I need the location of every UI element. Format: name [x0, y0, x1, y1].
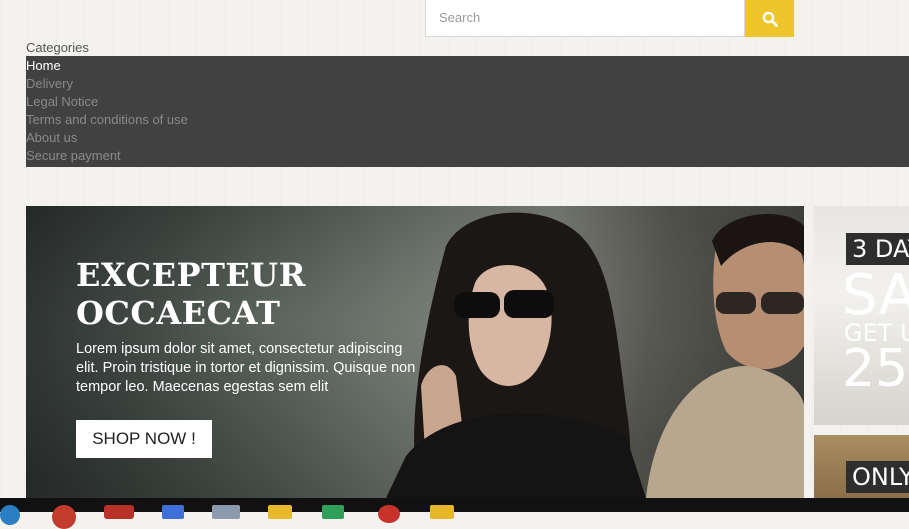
- menu-item-delivery[interactable]: Delivery: [26, 75, 909, 93]
- promo-badge-3day: 3 DAY: [846, 233, 909, 265]
- search-button[interactable]: [745, 0, 794, 37]
- promo-sale-text: SA: [842, 263, 909, 328]
- menu-item-about-us[interactable]: About us: [26, 129, 909, 147]
- banner-text: Lorem ipsum dolor sit amet, consectetur …: [76, 341, 416, 395]
- taskbar-chrome-icon[interactable]: [52, 505, 76, 529]
- taskbar-slides-icon[interactable]: [268, 505, 292, 519]
- shop-now-button[interactable]: SHOP NOW !: [76, 420, 212, 458]
- promo-percent-text: 25: [842, 339, 909, 399]
- menu-item-terms[interactable]: Terms and conditions of use: [26, 111, 909, 129]
- promo-banner-only[interactable]: ONLY: [814, 435, 909, 498]
- category-menu: Home Delivery Legal Notice Terms and con…: [26, 56, 909, 167]
- promo-badge-only: ONLY: [846, 461, 909, 493]
- taskbar-mail-icon[interactable]: [104, 505, 134, 519]
- taskbar-ie-icon[interactable]: [0, 505, 20, 525]
- menu-item-legal-notice[interactable]: Legal Notice: [26, 93, 909, 111]
- search-icon: [762, 11, 778, 27]
- hero-banner[interactable]: EXCEPTEUR OCCAECAT Lorem ipsum dolor sit…: [26, 206, 804, 498]
- menu-item-secure-payment[interactable]: Secure payment: [26, 147, 909, 165]
- banner-title-line1: EXCEPTEUR: [76, 256, 306, 294]
- taskbar-sheets-icon[interactable]: [322, 505, 344, 519]
- taskbar-app-icon[interactable]: [378, 505, 400, 523]
- banner-title-line2: OCCAECAT: [76, 294, 281, 332]
- search-input[interactable]: Search: [425, 0, 745, 37]
- categories-title: Categories: [26, 40, 89, 55]
- banner-title: EXCEPTEUR OCCAECAT: [76, 256, 396, 332]
- menu-item-home[interactable]: Home: [26, 57, 909, 75]
- os-taskbar: [0, 498, 909, 529]
- taskbar-docs-icon[interactable]: [162, 505, 184, 519]
- taskbar-files-icon[interactable]: [212, 505, 240, 519]
- promo-banner-sale[interactable]: 3 DAY SA GET U 25: [814, 206, 909, 425]
- taskbar-drive-icon[interactable]: [430, 505, 454, 519]
